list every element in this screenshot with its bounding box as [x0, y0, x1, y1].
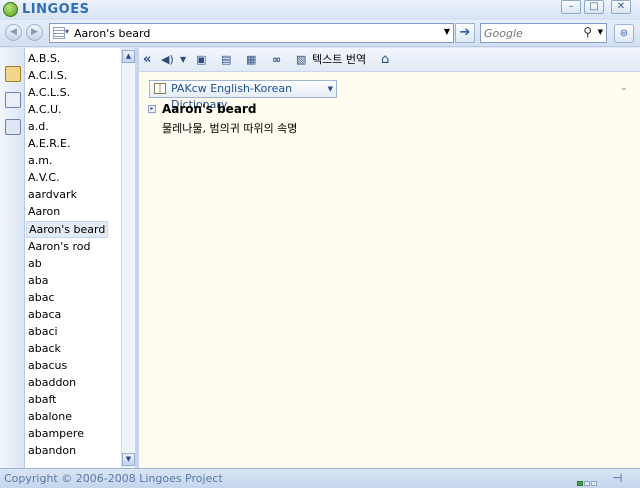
index-search-icon[interactable] [5, 92, 21, 108]
connection-status-icon [577, 476, 601, 486]
word-list-item[interactable]: abaddon [26, 374, 78, 391]
minimize-button[interactable]: – [561, 0, 581, 14]
speaker-icon[interactable]: ◀) [161, 52, 174, 68]
pin-icon[interactable]: ⊣ [612, 471, 622, 485]
word-list-item[interactable]: abaci [26, 323, 60, 340]
dictionary-book-icon [154, 83, 166, 94]
text-translate-button[interactable]: 텍스트 번역 [312, 52, 366, 68]
word-list-item[interactable]: Aaron [26, 203, 62, 220]
word-list-item[interactable]: Aaron's beard [26, 220, 109, 238]
word-list-item[interactable]: aback [26, 340, 63, 357]
search-icon[interactable]: ⚲ [583, 25, 592, 39]
close-button[interactable]: ✕ [611, 0, 631, 14]
entry-headword: Aaron's beard [162, 102, 257, 116]
dictionary-selector[interactable]: PAKcw English-Korean Dictionary ▼ [149, 80, 337, 111]
word-list-item[interactable]: a.d. [26, 118, 51, 135]
list-icon[interactable] [53, 27, 65, 39]
word-list: A.B.S. A.C.I.S. A.C.L.S. A.C.U. a.d. A.E.R.E.… [25, 48, 121, 468]
print-icon[interactable]: ▦ [246, 52, 256, 68]
go-button[interactable]: ➔ [455, 23, 475, 43]
word-list-item[interactable]: A.E.R.E. [26, 135, 72, 152]
forward-button[interactable]: ▶ [26, 24, 43, 41]
lingoes-logo-icon [3, 2, 18, 17]
google-search-box: ⚲ ▼ [480, 23, 607, 43]
collapse-list-icon[interactable]: « [143, 52, 151, 68]
word-list-item[interactable]: A.B.S. [26, 50, 62, 67]
dictionary-book-icon[interactable] [5, 66, 21, 82]
chevron-down-icon[interactable]: ⌄ [620, 82, 628, 93]
copy-icon[interactable]: ▣ [196, 52, 206, 68]
entry-expand-icon[interactable]: ▸ [148, 105, 156, 113]
word-list-item[interactable]: abalone [26, 408, 74, 425]
text-translate-icon[interactable]: ▧ [296, 52, 306, 68]
tools-icon[interactable] [5, 119, 21, 135]
word-list-item[interactable]: aardvark [26, 186, 79, 203]
definition-pane: PAKcw English-Korean Dictionary ▼ ⌄ ▸ Aa… [139, 72, 640, 468]
word-list-item[interactable]: A.V.C. [26, 169, 62, 186]
history-dropdown-icon[interactable]: ▼ [444, 27, 450, 36]
word-list-item[interactable]: abandon [26, 442, 78, 459]
app-title: LINGOES [22, 2, 90, 17]
speaker-dropdown-icon[interactable]: ▼ [180, 52, 186, 68]
word-list-item[interactable]: A.C.I.S. [26, 67, 69, 84]
word-list-item[interactable]: ab [26, 255, 44, 272]
list-dropdown-icon[interactable]: ▾ [65, 27, 69, 36]
word-list-item[interactable]: a.m. [26, 152, 54, 169]
title-bar: LINGOES – □ ✕ [0, 0, 640, 20]
dictionary-dropdown-icon[interactable]: ▼ [328, 81, 333, 97]
save-icon[interactable]: ▤ [221, 52, 231, 68]
find-icon[interactable]: ∞ [272, 52, 281, 68]
search-engine-dropdown-icon[interactable]: ▼ [598, 28, 603, 36]
word-list-item[interactable]: Aaron's rod [26, 238, 93, 255]
scroll-up-icon[interactable]: ▲ [122, 50, 135, 63]
word-list-item[interactable]: abac [26, 289, 57, 306]
word-list-item[interactable]: abaca [26, 306, 63, 323]
scroll-down-icon[interactable]: ▼ [122, 453, 135, 466]
copyright-text: Copyright © 2006-2008 Lingoes Project [4, 472, 223, 485]
word-list-item[interactable]: abacus [26, 357, 69, 374]
google-search-input[interactable] [484, 25, 574, 41]
word-list-item[interactable]: A.C.L.S. [26, 84, 72, 101]
word-list-item[interactable]: abaft [26, 391, 58, 408]
address-bar: ◀ ▶ ▾ ▼ ➔ ⚲ ▼ ⊜ [0, 20, 640, 47]
main-menu-button[interactable]: ⊜ [614, 24, 634, 43]
status-bar: Copyright © 2006-2008 Lingoes Project ⊣ [0, 468, 640, 488]
result-toolbar: « ◀) ▼ ▣ ▤ ▦ ∞ ▧ 텍스트 번역 ⌂ [139, 48, 640, 72]
function-sidebar [0, 48, 25, 468]
word-list-item[interactable]: aba [26, 272, 50, 289]
word-list-item[interactable]: abampere [26, 425, 86, 442]
entry-definition: 물레나물, 범의귀 따위의 속명 [162, 122, 298, 135]
back-button[interactable]: ◀ [5, 24, 22, 41]
lookup-input[interactable] [74, 25, 434, 41]
lookup-box: ▾ ▼ [49, 23, 454, 43]
word-list-scrollbar[interactable]: ▲ ▼ [121, 50, 135, 468]
word-list-item[interactable]: A.C.U. [26, 101, 64, 118]
home-icon[interactable]: ⌂ [381, 52, 389, 68]
maximize-button[interactable]: □ [584, 0, 604, 14]
